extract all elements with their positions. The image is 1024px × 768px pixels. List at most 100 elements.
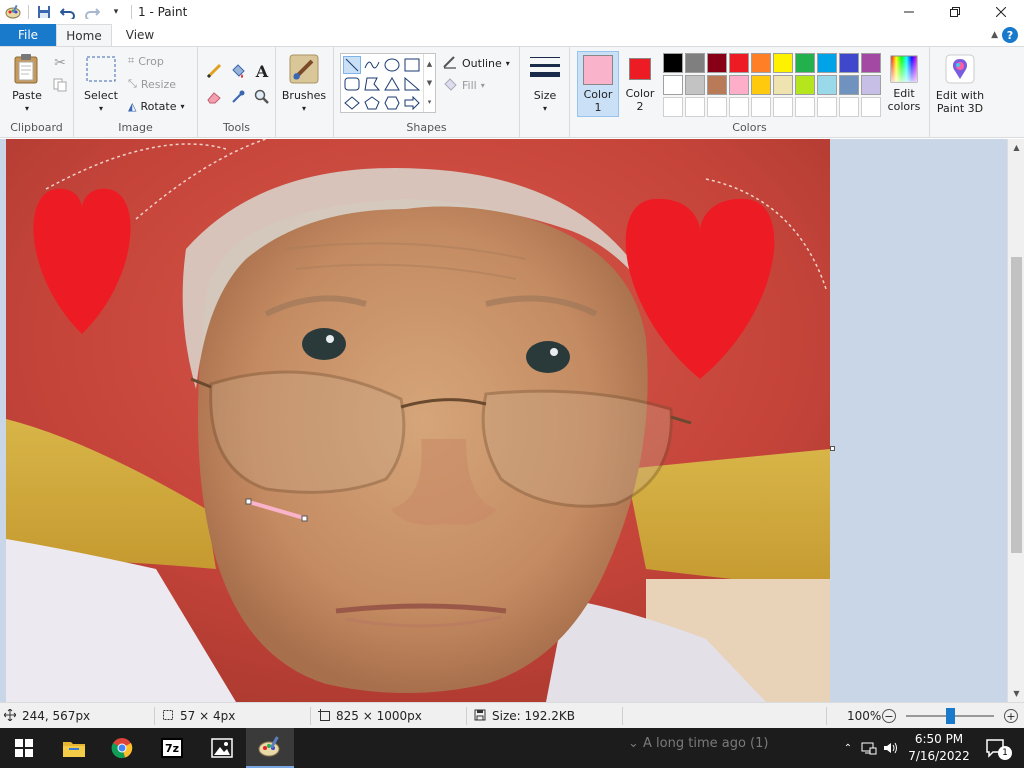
- size-group: Size ▾: [520, 47, 570, 137]
- photos-button[interactable]: [198, 728, 246, 768]
- palette-color-swatch[interactable]: [839, 75, 859, 95]
- palette-color-swatch[interactable]: [773, 97, 793, 117]
- chrome-button[interactable]: [98, 728, 146, 768]
- help-icon[interactable]: ?: [1002, 27, 1018, 43]
- palette-color-swatch[interactable]: [817, 53, 837, 73]
- polygon-shape-icon[interactable]: [363, 75, 381, 93]
- palette-color-swatch[interactable]: [861, 97, 881, 117]
- zoom-out-button[interactable]: −: [882, 709, 896, 723]
- scroll-up-icon[interactable]: ▲: [1008, 139, 1024, 156]
- palette-color-swatch[interactable]: [795, 75, 815, 95]
- palette-color-swatch[interactable]: [685, 97, 705, 117]
- resize-button[interactable]: ⤡ Resize: [128, 74, 176, 94]
- palette-color-swatch[interactable]: [751, 75, 771, 95]
- color-1-swatch: [583, 55, 613, 85]
- minimize-icon[interactable]: [886, 0, 932, 24]
- right-arrow-shape-icon[interactable]: [403, 94, 421, 112]
- vertical-scrollbar[interactable]: ▲ ▼: [1007, 139, 1024, 702]
- outline-button[interactable]: Outline ▾: [442, 53, 510, 73]
- select-button[interactable]: Select ▾: [82, 53, 120, 115]
- rounded-rectangle-shape-icon[interactable]: [343, 75, 361, 93]
- paint-app-icon[interactable]: [4, 3, 22, 21]
- tab-file[interactable]: File: [0, 24, 56, 46]
- eraser-icon[interactable]: [204, 87, 224, 107]
- rotate-button[interactable]: ◭ Rotate ▾: [128, 96, 185, 116]
- palette-color-swatch[interactable]: [663, 97, 683, 117]
- curve-shape-icon[interactable]: [363, 56, 381, 74]
- start-button[interactable]: [0, 728, 48, 768]
- customize-toolbar-icon[interactable]: ▾: [107, 3, 125, 21]
- volume-icon[interactable]: [880, 741, 902, 755]
- redo-icon[interactable]: [83, 3, 101, 21]
- palette-color-swatch[interactable]: [663, 53, 683, 73]
- palette-color-swatch[interactable]: [707, 53, 727, 73]
- palette-color-swatch[interactable]: [729, 75, 749, 95]
- rectangle-shape-icon[interactable]: [403, 56, 421, 74]
- zoom-slider-thumb[interactable]: [946, 708, 955, 724]
- palette-color-swatch[interactable]: [839, 97, 859, 117]
- tab-home[interactable]: Home: [56, 24, 112, 46]
- zoom-in-button[interactable]: +: [1004, 709, 1018, 723]
- palette-color-swatch[interactable]: [751, 53, 771, 73]
- network-icon[interactable]: [858, 741, 880, 755]
- restore-icon[interactable]: [932, 0, 978, 24]
- close-icon[interactable]: [978, 0, 1024, 24]
- palette-color-swatch[interactable]: [773, 53, 793, 73]
- color-2-button[interactable]: Color 2: [622, 51, 658, 117]
- line-shape-icon[interactable]: [343, 56, 361, 74]
- palette-color-swatch[interactable]: [817, 75, 837, 95]
- file-explorer-button[interactable]: [50, 728, 98, 768]
- tray-expand-icon[interactable]: ⌃: [838, 743, 858, 754]
- text-tool-icon[interactable]: A: [252, 61, 272, 81]
- palette-color-swatch[interactable]: [773, 75, 793, 95]
- palette-color-swatch[interactable]: [817, 97, 837, 117]
- triangle-shape-icon[interactable]: [383, 75, 401, 93]
- collapse-ribbon-icon[interactable]: ▲: [991, 30, 998, 40]
- palette-color-swatch[interactable]: [751, 97, 771, 117]
- palette-color-swatch[interactable]: [795, 53, 815, 73]
- fill-button[interactable]: Fill ▾: [442, 75, 485, 95]
- scroll-down-icon[interactable]: ▼: [1008, 685, 1024, 702]
- pentagon-shape-icon[interactable]: [363, 94, 381, 112]
- fill-bucket-icon[interactable]: [228, 61, 248, 81]
- clipboard-group: Paste ▾ ✂ Clipboard: [0, 47, 74, 137]
- diamond-shape-icon[interactable]: [343, 94, 361, 112]
- oval-shape-icon[interactable]: [383, 56, 401, 74]
- canvas-resize-handle[interactable]: [830, 446, 835, 451]
- edit-colors-button[interactable]: Edit colors: [884, 53, 924, 113]
- hexagon-shape-icon[interactable]: [383, 94, 401, 112]
- palette-color-swatch[interactable]: [663, 75, 683, 95]
- palette-color-swatch[interactable]: [729, 97, 749, 117]
- pencil-icon[interactable]: [204, 61, 224, 81]
- drawing-canvas[interactable]: [6, 139, 830, 702]
- 7zip-button[interactable]: 7z: [148, 728, 196, 768]
- paint-taskbar-button[interactable]: [246, 728, 294, 768]
- right-triangle-shape-icon[interactable]: [403, 75, 421, 93]
- palette-color-swatch[interactable]: [707, 75, 727, 95]
- undo-icon[interactable]: [59, 3, 77, 21]
- color-1-button[interactable]: Color 1: [577, 51, 619, 117]
- paste-button[interactable]: Paste ▾: [8, 53, 46, 115]
- color-picker-icon[interactable]: [228, 87, 248, 107]
- palette-color-swatch[interactable]: [729, 53, 749, 73]
- palette-color-swatch[interactable]: [685, 75, 705, 95]
- palette-color-swatch[interactable]: [839, 53, 859, 73]
- scrollbar-thumb[interactable]: [1011, 257, 1022, 553]
- tab-view[interactable]: View: [112, 24, 168, 46]
- palette-color-swatch[interactable]: [861, 75, 881, 95]
- notification-center-button[interactable]: 1: [974, 728, 1018, 768]
- palette-color-swatch[interactable]: [795, 97, 815, 117]
- shapes-scroll[interactable]: ▲ ▼ ▾: [423, 54, 435, 112]
- edit-with-paint3d-button[interactable]: Edit with Paint 3D: [934, 53, 986, 115]
- expand-icon: ▾: [427, 98, 432, 107]
- palette-color-swatch[interactable]: [685, 53, 705, 73]
- palette-color-swatch[interactable]: [707, 97, 727, 117]
- crop-button[interactable]: ⌗ Crop: [128, 51, 164, 71]
- size-button[interactable]: Size ▾: [526, 53, 564, 115]
- palette-color-swatch[interactable]: [861, 53, 881, 73]
- system-clock[interactable]: 6:50 PM 7/16/2022: [908, 731, 970, 765]
- cut-icon[interactable]: ✂: [50, 53, 70, 73]
- save-icon[interactable]: [35, 3, 53, 21]
- copy-icon[interactable]: [50, 75, 70, 95]
- magnifier-icon[interactable]: [252, 87, 272, 107]
